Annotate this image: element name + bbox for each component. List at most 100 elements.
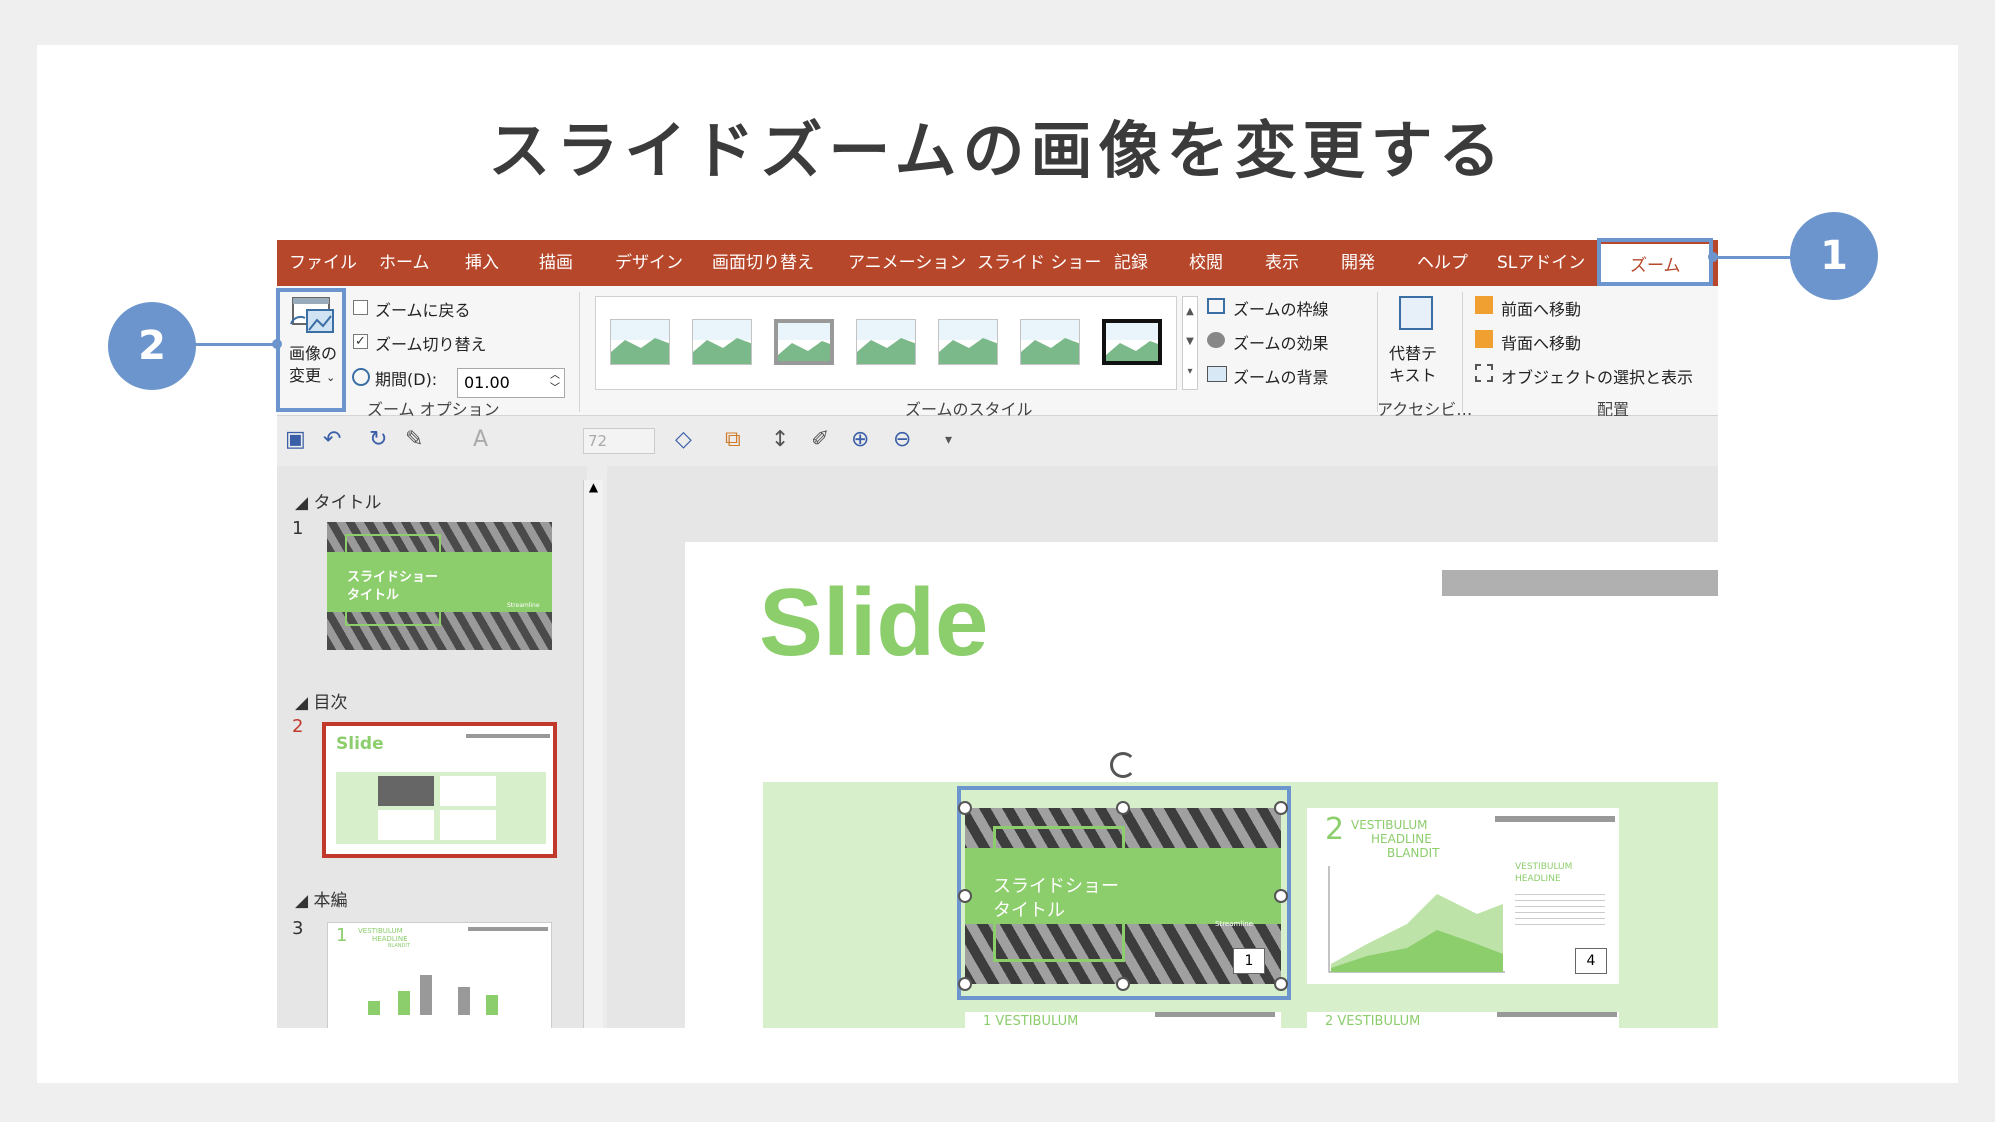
section-main[interactable]: ◢ 本編: [295, 886, 347, 911]
zoom-style-4[interactable]: [856, 319, 916, 365]
tab-review[interactable]: 校閲: [1189, 240, 1223, 286]
tab-slideshow[interactable]: スライド ショー: [977, 240, 1101, 286]
align-icon[interactable]: ↕: [771, 428, 789, 452]
pen-border-icon: [1207, 298, 1225, 314]
zoom-style-1[interactable]: [610, 319, 670, 365]
clock-icon: [352, 368, 370, 386]
callout-2-line: [190, 343, 278, 346]
zoom-style-3[interactable]: [774, 319, 834, 365]
zoom2-page-number: 4: [1575, 948, 1607, 974]
slide-heading[interactable]: Slide: [759, 568, 988, 678]
spinner-icon: ︿ ﹀: [550, 370, 560, 394]
tab-record[interactable]: 記録: [1114, 240, 1148, 286]
send-backward-button[interactable]: 背面へ移動: [1475, 328, 1675, 354]
callout-badge-2: 2: [108, 302, 196, 390]
tab-draw[interactable]: 描画: [539, 240, 573, 286]
resize-handle[interactable]: [1274, 889, 1288, 903]
panel-scrollbar[interactable]: ▲: [583, 480, 603, 1028]
zoom-style-7[interactable]: [1102, 319, 1162, 365]
slide-thumbnail-3[interactable]: 1 VESTIBULUM HEADLINE BLANDIT: [327, 922, 552, 1028]
duration-input[interactable]: 01.00 ︿ ﹀: [457, 368, 565, 398]
zoom-in-icon[interactable]: ⊕: [851, 428, 869, 452]
tab-developer[interactable]: 開発: [1341, 240, 1375, 286]
selected-zoom-frame: [957, 786, 1291, 1000]
resize-handle[interactable]: [1116, 977, 1130, 991]
selection-pane-button[interactable]: オブジェクトの選択と表示: [1475, 362, 1695, 388]
thumb-head: VESTIBULUM: [358, 927, 403, 935]
thumb-subtitle: タイトル: [347, 588, 400, 603]
ribbon-tab-bar: ファイル ホーム 挿入 描画 デザイン 画面切り替え アニメーション スライド …: [277, 240, 1718, 286]
zoom-out-icon[interactable]: ⊖: [893, 428, 911, 452]
rotate-handle-icon[interactable]: [1110, 752, 1136, 778]
tab-help[interactable]: ヘルプ: [1417, 240, 1468, 286]
tab-animations[interactable]: アニメーション: [848, 240, 966, 286]
page-title: スライドズームの画像を変更する: [488, 114, 1507, 187]
tab-transitions[interactable]: 画面切り替え: [712, 240, 814, 286]
undo-icon[interactable]: ↶: [323, 428, 341, 452]
callout-badge-1: 1: [1790, 212, 1878, 300]
resize-handle[interactable]: [958, 889, 972, 903]
tab-file[interactable]: ファイル: [289, 240, 357, 286]
resize-handle[interactable]: [1274, 977, 1288, 991]
arrange-icon[interactable]: ⧉: [725, 428, 741, 452]
zoom3-label: 1 VESTIBULUM: [983, 1014, 1079, 1028]
section-toc[interactable]: ◢ 目次: [295, 688, 347, 713]
return-to-zoom-checkbox[interactable]: [353, 300, 368, 315]
bring-forward-button[interactable]: 前面へ移動: [1475, 294, 1675, 320]
zoom-style-6[interactable]: [1020, 319, 1080, 365]
shape-icon[interactable]: ◇: [675, 428, 692, 452]
resize-handle[interactable]: [958, 977, 972, 991]
customize-qat-icon[interactable]: ▾: [945, 428, 952, 452]
callout-2-dot: [272, 339, 282, 349]
effects-icon: [1207, 332, 1225, 348]
alt-text-button[interactable]: 代替テ キスト: [1385, 292, 1445, 392]
tab-sl-addin[interactable]: SLアドイン: [1497, 240, 1585, 286]
zoom-style-5[interactable]: [938, 319, 998, 365]
zoom-transition-checkbox[interactable]: ✓: [353, 334, 368, 349]
slide-thumbnail-1[interactable]: スライドショー タイトル Streamline: [327, 522, 552, 650]
zoom-tab-highlight: [1597, 238, 1713, 286]
format-painter-icon[interactable]: ✎: [405, 428, 423, 452]
font-size-box[interactable]: 72: [583, 428, 655, 454]
slide-thumbnail-2[interactable]: Slide: [322, 722, 557, 858]
zoom-style-2[interactable]: [692, 319, 752, 365]
resize-handle[interactable]: [958, 801, 972, 815]
zoom-effects-button[interactable]: ズームの効果: [1207, 328, 1367, 354]
edit-icon[interactable]: ✐: [811, 428, 829, 452]
zoom-border-button[interactable]: ズームの枠線: [1207, 294, 1367, 320]
ribbon: 画像の 変更 ⌄ ズームに戻る ✓ ズーム切り替え 期間(D): 01.00 ︿ ﹀…: [277, 286, 1718, 419]
bring-forward-icon: [1475, 296, 1493, 314]
ribbon-separator: [1462, 292, 1463, 412]
change-image-highlight: [276, 288, 346, 412]
resize-handle[interactable]: [1116, 801, 1130, 815]
tab-design[interactable]: デザイン: [615, 240, 683, 286]
background-icon: [1207, 366, 1227, 382]
zoom-background-button[interactable]: ズームの背景: [1207, 362, 1367, 388]
resize-handle[interactable]: [1274, 801, 1288, 815]
header-bar: [1442, 570, 1718, 596]
alt-text-icon: [1399, 296, 1433, 330]
gallery-scroll[interactable]: ▲ ▼ ▾: [1182, 296, 1198, 390]
zoom-thumbnail-2[interactable]: 2 VESTIBULUM HEADLINE BLANDIT VESTIBULUM…: [1307, 808, 1619, 984]
zoom-style-gallery[interactable]: [595, 296, 1177, 390]
duration-label: 期間(D):: [375, 370, 438, 389]
section-title[interactable]: ◢ タイトル: [295, 488, 381, 513]
callout-1-dot: [1708, 252, 1718, 262]
slide-canvas: Slide スライドショー タイトル Streamline 1 2 VESTIB…: [685, 542, 1718, 1028]
powerpoint-window: ファイル ホーム 挿入 描画 デザイン 画面切り替え アニメーション スライド …: [277, 240, 1718, 1028]
zoom-thumbnail-3[interactable]: 1 VESTIBULUM: [965, 1012, 1281, 1028]
zoom2-heading-2: HEADLINE: [1371, 832, 1432, 846]
zoom-thumbnail-4[interactable]: 2 VESTIBULUM: [1307, 1012, 1619, 1028]
slide-thumbnail-pane: ◢ タイトル 1 スライドショー タイトル Streamline ◢ 目次 2 …: [277, 466, 603, 1028]
save-icon[interactable]: ▣: [285, 428, 306, 452]
thumb-brand: Streamline: [507, 602, 540, 609]
tab-insert[interactable]: 挿入: [465, 240, 499, 286]
thumb-heading: Slide: [336, 734, 384, 754]
zoom-transition-label: ズーム切り替え: [375, 335, 487, 354]
zoom2-side-heading-1: VESTIBULUM: [1515, 862, 1573, 872]
redo-icon[interactable]: ↻: [369, 428, 387, 452]
tab-home[interactable]: ホーム: [379, 240, 430, 286]
tab-view[interactable]: 表示: [1265, 240, 1299, 286]
zoom2-area-chart: [1328, 866, 1505, 973]
thumb-title: スライドショー: [347, 570, 439, 585]
